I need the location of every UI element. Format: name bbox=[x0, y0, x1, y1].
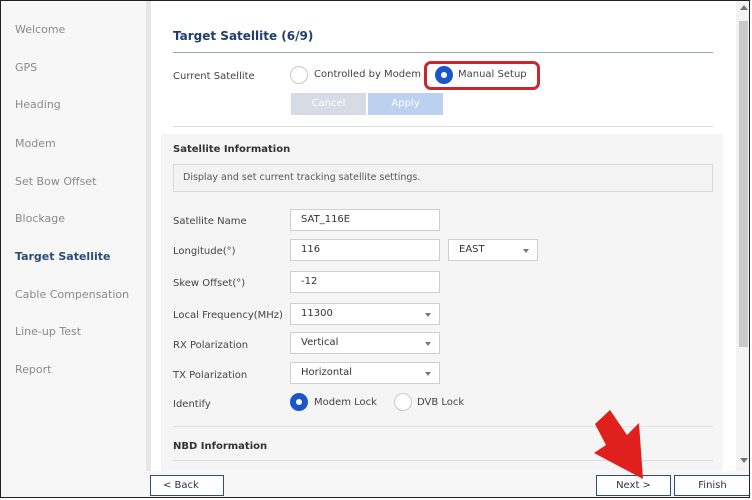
scroll-thumb[interactable] bbox=[739, 21, 748, 347]
main-panel: Target Satellite (6/9) Current Satellite… bbox=[151, 1, 736, 471]
rx-polarization-select[interactable]: Vertical bbox=[290, 332, 440, 354]
local-frequency-value: 11300 bbox=[301, 308, 333, 319]
modem-lock-radio[interactable] bbox=[290, 393, 308, 411]
next-button[interactable]: Next > bbox=[596, 475, 671, 496]
controlled-by-modem-label[interactable]: Controlled by Modem bbox=[314, 69, 421, 80]
local-frequency-label: Local Frequency(MHz) bbox=[173, 310, 283, 321]
sidebar-item-heading[interactable]: Heading bbox=[15, 98, 61, 111]
satellite-name-label: Satellite Name bbox=[173, 216, 247, 227]
sidebar: Welcome GPS Heading Modem Set Bow Offset… bbox=[1, 1, 146, 497]
rx-polarization-value: Vertical bbox=[301, 337, 339, 348]
tx-polarization-select[interactable]: Horizontal bbox=[290, 362, 440, 384]
sidebar-item-modem[interactable]: Modem bbox=[15, 137, 56, 150]
nbd-divider bbox=[173, 426, 713, 427]
tx-polarization-value: Horizontal bbox=[301, 367, 353, 378]
sidebar-item-welcome[interactable]: Welcome bbox=[15, 23, 65, 36]
title-divider bbox=[173, 52, 713, 53]
manual-setup-highlight bbox=[424, 61, 540, 90]
satellite-name-input[interactable]: SAT_116E bbox=[290, 209, 440, 231]
cancel-button[interactable]: Cancel bbox=[291, 93, 366, 115]
vertical-scrollbar[interactable] bbox=[736, 1, 749, 471]
skew-offset-input[interactable]: -12 bbox=[290, 271, 440, 293]
footer-bar: < Back Next > Finish bbox=[146, 471, 749, 497]
back-button[interactable]: < Back bbox=[150, 475, 224, 496]
scroll-up-icon[interactable] bbox=[740, 5, 748, 10]
modem-lock-label[interactable]: Modem Lock bbox=[314, 397, 377, 408]
dvb-lock-label[interactable]: DVB Lock bbox=[417, 397, 464, 408]
chevron-down-icon bbox=[425, 372, 431, 376]
satellite-information-description: Display and set current tracking satelli… bbox=[173, 164, 713, 192]
dvb-lock-radio[interactable] bbox=[394, 393, 412, 411]
hemisphere-select[interactable]: EAST bbox=[448, 239, 538, 261]
section-divider bbox=[173, 126, 713, 127]
sidebar-item-gps[interactable]: GPS bbox=[15, 61, 37, 74]
identify-label: Identify bbox=[173, 399, 211, 410]
local-frequency-select[interactable]: 11300 bbox=[290, 303, 440, 325]
nbd-information-title: NBD Information bbox=[173, 441, 268, 452]
nbd-panel-top bbox=[173, 460, 713, 461]
tx-polarization-label: TX Polarization bbox=[173, 370, 248, 381]
sidebar-item-cable-compensation[interactable]: Cable Compensation bbox=[15, 288, 129, 301]
chevron-down-icon bbox=[425, 342, 431, 346]
controlled-by-modem-radio[interactable] bbox=[290, 66, 308, 84]
chevron-down-icon bbox=[425, 313, 431, 317]
page-title: Target Satellite (6/9) bbox=[173, 29, 314, 43]
rx-polarization-label: RX Polarization bbox=[173, 340, 249, 351]
wizard-window: Welcome GPS Heading Modem Set Bow Offset… bbox=[0, 0, 750, 498]
sidebar-item-line-up-test[interactable]: Line-up Test bbox=[15, 325, 81, 338]
hemisphere-value: EAST bbox=[459, 244, 485, 255]
satellite-information-title: Satellite Information bbox=[173, 144, 291, 155]
longitude-input[interactable]: 116 bbox=[290, 239, 440, 261]
longitude-label: Longitude(°) bbox=[173, 246, 236, 257]
scroll-down-icon[interactable] bbox=[740, 458, 748, 463]
sidebar-item-report[interactable]: Report bbox=[15, 363, 51, 376]
chevron-down-icon bbox=[523, 249, 529, 253]
sidebar-item-target-satellite[interactable]: Target Satellite bbox=[15, 250, 110, 263]
description-text: Display and set current tracking satelli… bbox=[183, 172, 421, 183]
sidebar-item-set-bow-offset[interactable]: Set Bow Offset bbox=[15, 175, 96, 188]
current-satellite-label: Current Satellite bbox=[173, 71, 255, 82]
finish-button[interactable]: Finish bbox=[674, 475, 749, 496]
sidebar-item-blockage[interactable]: Blockage bbox=[15, 212, 65, 225]
apply-button[interactable]: Apply bbox=[368, 93, 443, 115]
skew-offset-label: Skew Offset(°) bbox=[173, 278, 246, 289]
